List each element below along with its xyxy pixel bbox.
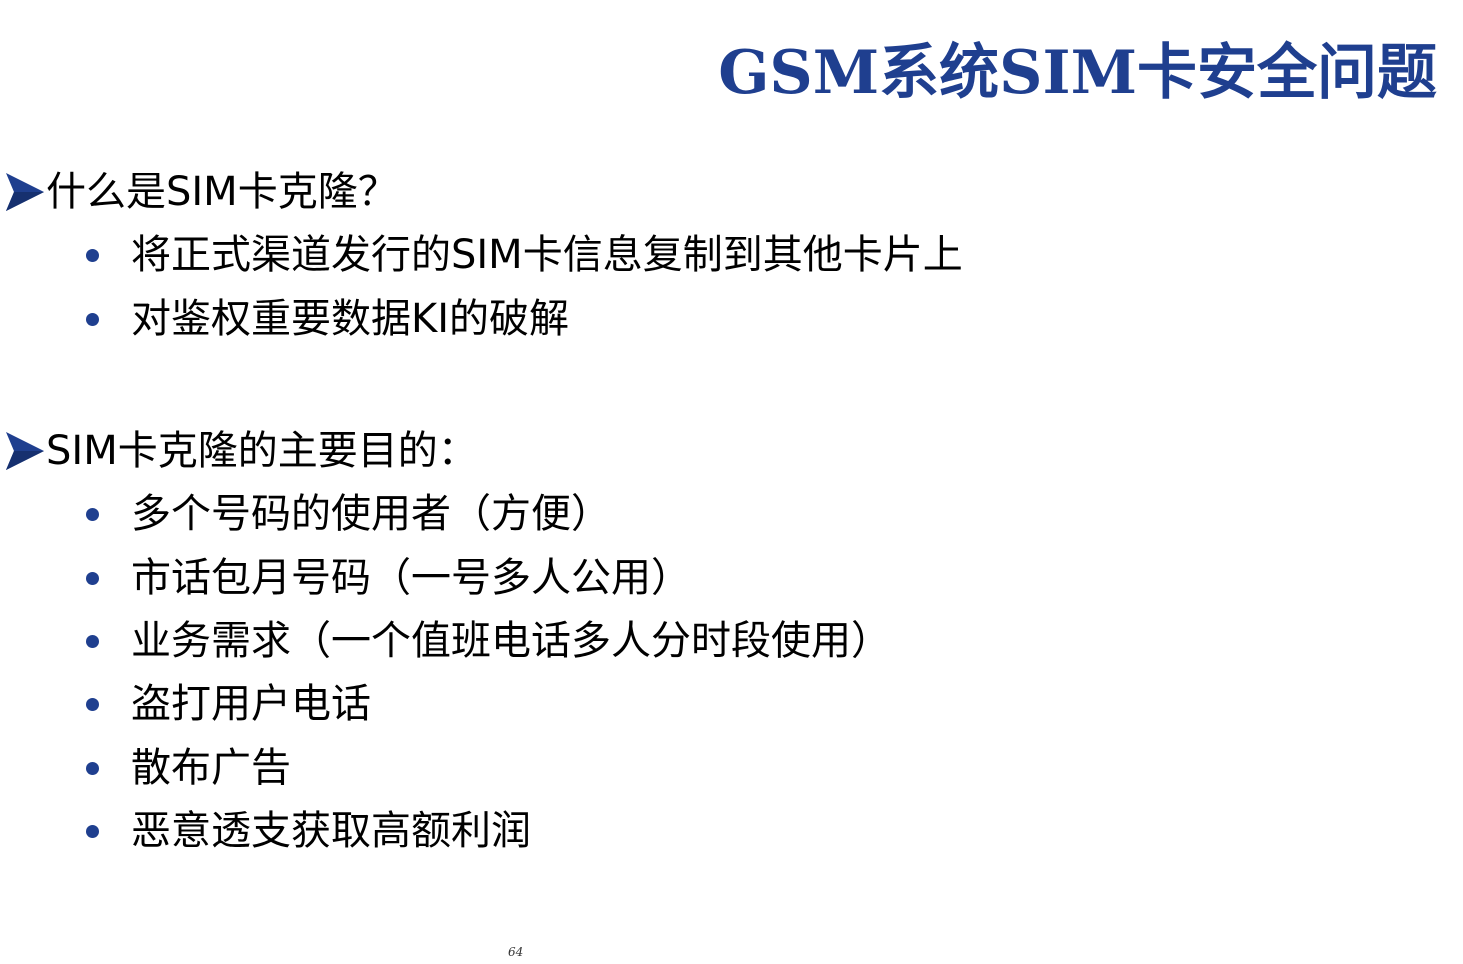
bullet-text: 将正式渠道发行的SIM卡信息复制到其他卡片上 <box>131 232 963 279</box>
bullet-dot-icon <box>86 761 99 775</box>
arrow-right-icon <box>4 169 46 215</box>
bullet-dot-icon <box>86 508 99 522</box>
section-header-text: 什么是SIM卡克隆？ <box>46 169 398 215</box>
bullet-text: 对鉴权重要数据KI的破解 <box>131 295 570 342</box>
bullet-dot-icon <box>86 825 99 839</box>
list-item: 将正式渠道发行的SIM卡信息复制到其他卡片上 <box>0 224 1440 287</box>
list-item: 恶意透支获取高额利润 <box>0 800 1440 863</box>
bullet-text: 市话包月号码（一号多人公用） <box>131 554 691 601</box>
list-item: 业务需求（一个值班电话多人分时段使用） <box>0 610 1440 673</box>
slide-title: GSM系统SIM卡安全问题 <box>718 38 1437 108</box>
bullet-text: 恶意透支获取高额利润 <box>131 808 531 855</box>
list-item: 对鉴权重要数据KI的破解 <box>0 287 1440 350</box>
list-item: 市话包月号码（一号多人公用） <box>0 546 1440 609</box>
list-item: 多个号码的使用者（方便） <box>0 483 1440 546</box>
bullet-text: 散布广告 <box>131 744 291 791</box>
bullet-text: 盗打用户电话 <box>131 681 371 728</box>
bullet-dot-icon <box>86 312 99 326</box>
bullet-dot-icon <box>86 571 99 585</box>
arrow-right-icon <box>4 428 46 474</box>
bullet-text: 多个号码的使用者（方便） <box>131 491 611 538</box>
section-what-is-cloning: 什么是SIM卡克隆？ 将正式渠道发行的SIM卡信息复制到其他卡片上 对鉴权重要数… <box>0 160 1440 351</box>
section-header: SIM卡克隆的主要目的： <box>0 419 1440 483</box>
bullet-list: 将正式渠道发行的SIM卡信息复制到其他卡片上 对鉴权重要数据KI的破解 <box>0 224 1440 351</box>
list-item: 散布广告 <box>0 737 1440 800</box>
bullet-dot-icon <box>86 634 99 648</box>
page-number: 64 <box>508 945 524 959</box>
bullet-list: 多个号码的使用者（方便） 市话包月号码（一号多人公用） 业务需求（一个值班电话多… <box>0 483 1440 863</box>
list-item: 盗打用户电话 <box>0 673 1440 736</box>
section-header-text: SIM卡克隆的主要目的： <box>46 428 478 474</box>
section-header: 什么是SIM卡克隆？ <box>0 160 1440 224</box>
bullet-text: 业务需求（一个值班电话多人分时段使用） <box>131 617 891 664</box>
slide: GSM系统SIM卡安全问题 什么是SIM卡克隆？ 将正式渠道发行的SIM卡信息复… <box>0 0 1463 964</box>
bullet-dot-icon <box>86 249 99 263</box>
section-cloning-purposes: SIM卡克隆的主要目的： 多个号码的使用者（方便） 市话包月号码（一号多人公用）… <box>0 419 1440 863</box>
bullet-dot-icon <box>86 698 99 712</box>
